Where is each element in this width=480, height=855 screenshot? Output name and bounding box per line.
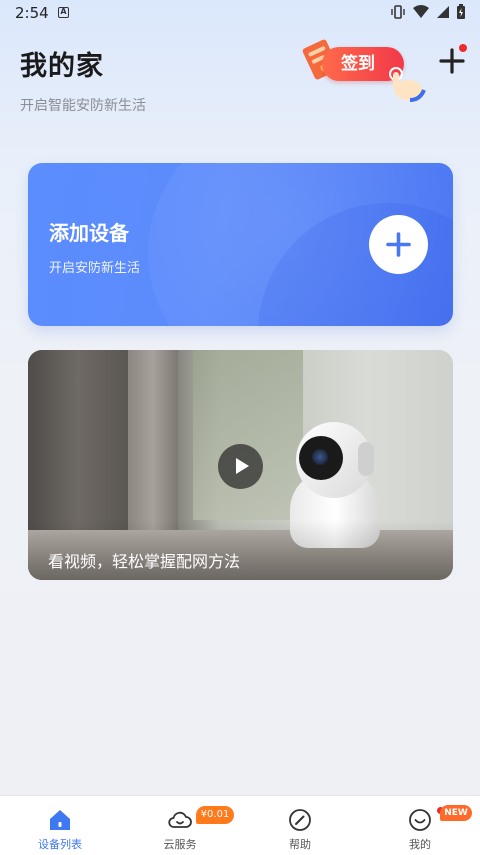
nav-label: 我的 (409, 838, 431, 851)
status-time: 2:54 (15, 4, 49, 22)
cloud-price-badge: ¥0.01 (196, 806, 234, 824)
nav-label: 帮助 (289, 838, 311, 851)
cloud-icon (168, 811, 192, 828)
wifi-icon (413, 5, 429, 18)
new-badge: NEW (440, 805, 472, 821)
add-device-card[interactable]: 添加设备 开启安防新生活 (28, 163, 453, 326)
video-caption: 看视频，轻松掌握配网方法 (48, 552, 241, 571)
notification-dot (459, 44, 467, 52)
compass-icon (289, 809, 311, 831)
home-icon (50, 810, 70, 830)
play-icon[interactable] (218, 444, 263, 489)
vibrate-icon (391, 5, 405, 19)
battery-icon (457, 4, 465, 19)
nav-item-cloud-service[interactable]: 云服务 (120, 796, 240, 855)
plus-icon (386, 232, 411, 257)
page-subtitle: 开启智能安防新生活 (20, 98, 146, 114)
signal-icon (437, 6, 449, 18)
bottom-nav: 设备列表 云服务 帮助 我的 (0, 795, 480, 855)
smiley-icon (409, 809, 431, 831)
page-title: 我的家 (20, 51, 104, 82)
camera-image (358, 442, 374, 476)
status-bar: 2:54 A (0, 0, 480, 26)
video-tutorial-card[interactable]: 看视频，轻松掌握配网方法 (28, 350, 453, 580)
status-icons (390, 4, 466, 20)
nav-item-device-list[interactable]: 设备列表 (0, 796, 120, 855)
notification-icon: A (58, 7, 69, 18)
camera-lens (312, 449, 328, 465)
nav-item-help[interactable]: 帮助 (240, 796, 360, 855)
checkin-button[interactable]: 签到 (300, 36, 430, 102)
add-device-top-button[interactable] (436, 44, 468, 76)
pointing-hand-icon (389, 67, 426, 102)
video-thumbnail (193, 350, 303, 520)
add-device-subtitle: 开启安防新生活 (49, 261, 141, 276)
nav-label: 设备列表 (38, 838, 82, 851)
add-device-button[interactable] (369, 215, 428, 274)
checkin-label: 签到 (341, 54, 375, 74)
add-device-title: 添加设备 (49, 221, 129, 245)
nav-label: 云服务 (163, 838, 197, 851)
